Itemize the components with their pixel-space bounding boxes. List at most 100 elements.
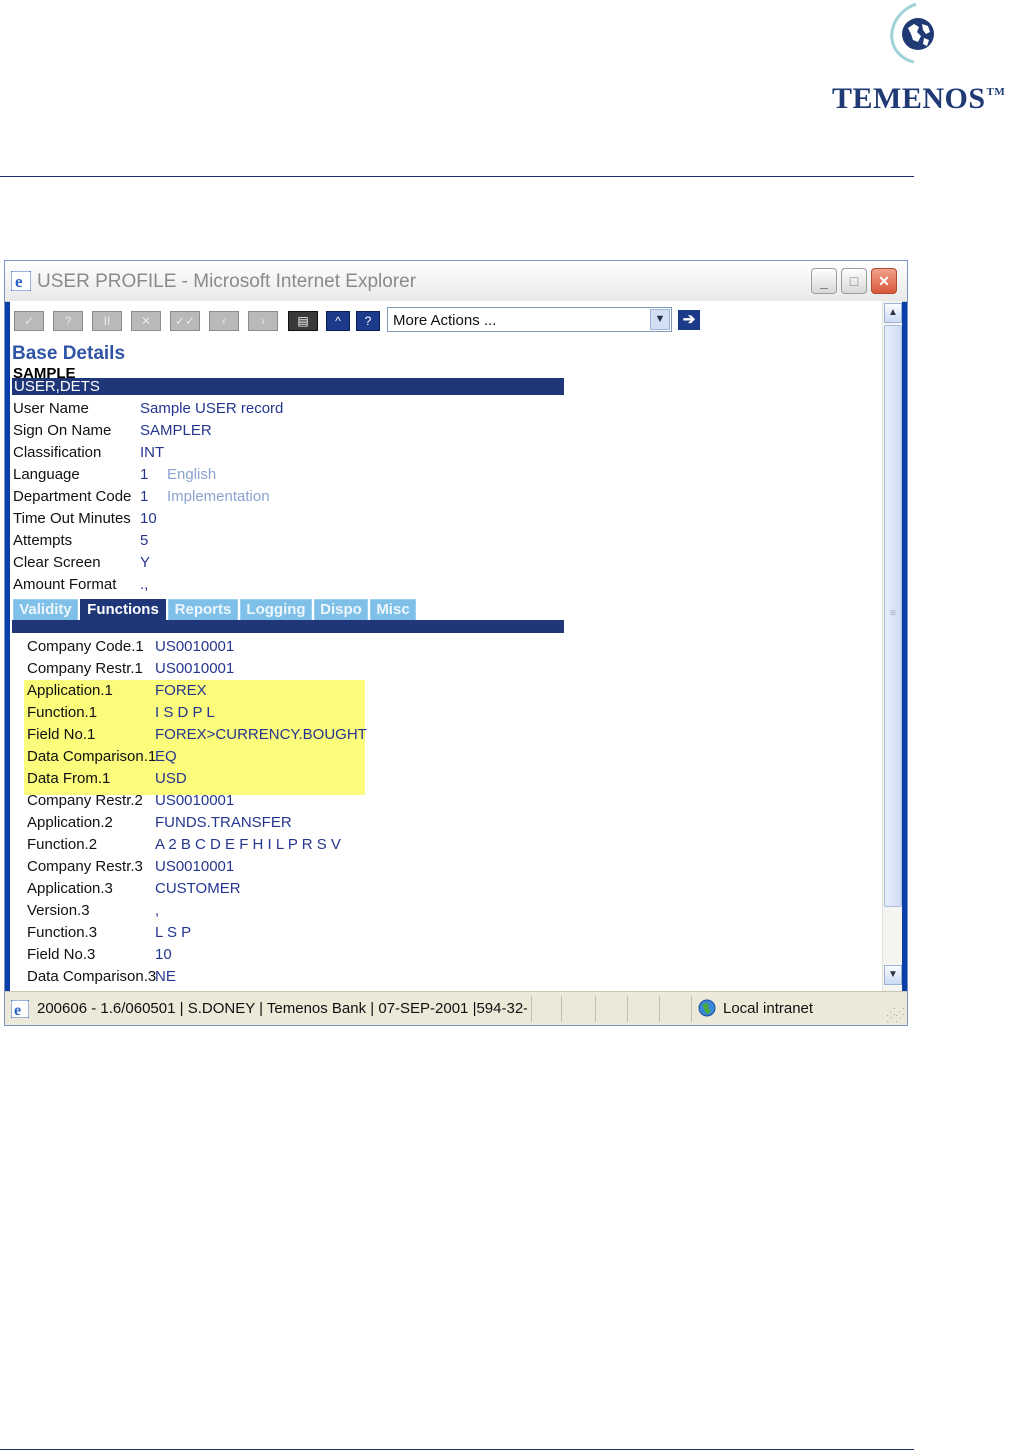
field-value[interactable]: FUNDS.TRANSFER bbox=[155, 814, 292, 831]
field-label: Data Comparison.1 bbox=[27, 748, 157, 765]
field-label: Application.2 bbox=[27, 814, 113, 831]
field-value[interactable]: INT bbox=[140, 444, 164, 461]
field-label: Company Restr.3 bbox=[27, 858, 143, 875]
field-value[interactable]: A 2 B C D E F H I L P R S V bbox=[155, 836, 341, 853]
status-bar: e 200606 - 1.6/060501 | S.DONEY | Temeno… bbox=[5, 991, 907, 1025]
resize-grip-icon[interactable]: ⋰⋰ ⋰⋰ bbox=[886, 1008, 905, 1024]
next-icon[interactable]: › bbox=[248, 311, 278, 331]
scroll-down-icon[interactable]: ▼ bbox=[884, 965, 902, 985]
status-divider bbox=[691, 996, 692, 1022]
field-value[interactable]: USD bbox=[155, 770, 187, 787]
field-label: Company Code.1 bbox=[27, 638, 144, 655]
more-actions-value: More Actions ... bbox=[393, 312, 497, 329]
status-divider bbox=[627, 996, 628, 1022]
field-label: Application.3 bbox=[27, 880, 113, 897]
print-icon[interactable]: ▤ bbox=[288, 311, 318, 331]
field-value[interactable]: US0010001 bbox=[155, 638, 234, 655]
svg-text:e: e bbox=[14, 1002, 21, 1018]
field-label: Amount Format bbox=[13, 576, 117, 593]
status-text: 200606 - 1.6/060501 | S.DONEY | Temenos … bbox=[37, 1000, 527, 1017]
field-label: Language bbox=[13, 466, 80, 483]
expand-up-icon[interactable]: ^ bbox=[326, 311, 350, 331]
field-label: Function.1 bbox=[27, 704, 98, 721]
hold-icon[interactable]: II bbox=[92, 311, 122, 331]
temenos-globe-logo bbox=[890, 2, 934, 64]
tab-validity[interactable]: Validity bbox=[13, 599, 78, 620]
field-label: Data From.1 bbox=[27, 770, 111, 787]
section-title: Base Details bbox=[12, 343, 126, 364]
field-value[interactable]: US0010001 bbox=[155, 792, 234, 809]
minimize-button[interactable]: _ bbox=[811, 268, 837, 294]
status-divider bbox=[531, 996, 532, 1022]
status-divider bbox=[561, 996, 562, 1022]
field-value[interactable]: NE bbox=[155, 968, 176, 985]
help-icon[interactable]: ? bbox=[356, 311, 380, 331]
globe-icon bbox=[698, 999, 716, 1017]
field-value[interactable]: 10 bbox=[155, 946, 172, 963]
field-value[interactable]: CUSTOMER bbox=[155, 880, 241, 897]
go-arrow-icon[interactable]: ➔ bbox=[678, 310, 700, 330]
chevron-down-icon[interactable]: ▼ bbox=[650, 309, 670, 330]
delete-icon[interactable]: ✕ bbox=[131, 311, 161, 331]
tab-misc[interactable]: Misc bbox=[370, 599, 416, 620]
window-title: USER PROFILE - Microsoft Internet Explor… bbox=[37, 271, 417, 292]
vertical-scrollbar[interactable]: ▲ ≡ ▼ bbox=[882, 301, 902, 991]
scroll-up-icon[interactable]: ▲ bbox=[884, 303, 902, 323]
field-value[interactable]: ., bbox=[140, 576, 148, 593]
status-divider bbox=[659, 996, 660, 1022]
validate-icon[interactable]: ? bbox=[53, 311, 83, 331]
tab-content-bar bbox=[12, 620, 564, 633]
field-label: Time Out Minutes bbox=[13, 510, 131, 527]
previous-icon[interactable]: ‹ bbox=[209, 311, 239, 331]
footer-rule bbox=[0, 1449, 914, 1450]
field-value[interactable]: 10 bbox=[140, 510, 157, 527]
field-enrichment: English bbox=[167, 466, 217, 483]
header-rule bbox=[0, 176, 914, 177]
tab-reports[interactable]: Reports bbox=[168, 599, 238, 620]
field-label: Function.3 bbox=[27, 924, 98, 941]
field-value[interactable]: US0010001 bbox=[155, 660, 234, 677]
field-label: Department Code bbox=[13, 488, 132, 505]
close-button[interactable]: ✕ bbox=[871, 268, 897, 294]
internet-explorer-icon: e bbox=[11, 1000, 29, 1018]
field-value[interactable]: , bbox=[155, 902, 159, 919]
more-actions-select[interactable]: More Actions ... ▼ bbox=[387, 307, 672, 332]
field-label: Function.2 bbox=[27, 836, 98, 853]
field-value[interactable]: FOREX>CURRENCY.BOUGHT bbox=[155, 726, 367, 743]
field-value[interactable]: 1 bbox=[140, 488, 148, 505]
field-value[interactable]: Sample USER record bbox=[140, 400, 283, 417]
svg-text:e: e bbox=[15, 272, 23, 291]
field-value[interactable]: FOREX bbox=[155, 682, 207, 699]
field-label: Company Restr.2 bbox=[27, 792, 143, 809]
commit-icon[interactable]: ✓ bbox=[14, 311, 44, 331]
tab-functions[interactable]: Functions bbox=[80, 599, 166, 620]
security-zone: Local intranet bbox=[723, 1000, 814, 1017]
field-enrichment: Implementation bbox=[167, 488, 270, 505]
field-value[interactable]: I S D P L bbox=[155, 704, 215, 721]
temenos-logo-text: TEMENOSTM bbox=[832, 82, 1006, 115]
field-value[interactable]: L S P bbox=[155, 924, 191, 941]
status-divider bbox=[595, 996, 596, 1022]
field-label: Classification bbox=[13, 444, 102, 461]
version-bar: USER,DETS bbox=[12, 378, 564, 395]
field-value[interactable]: EQ bbox=[155, 748, 177, 765]
field-value[interactable]: 5 bbox=[140, 532, 148, 549]
tab-logging[interactable]: Logging bbox=[240, 599, 312, 620]
page-content: ✓ ? II ✕ ✓✓ ‹ › ▤ ^ ? More Actions ... ▼… bbox=[10, 301, 902, 991]
field-value[interactable]: US0010001 bbox=[155, 858, 234, 875]
internet-explorer-icon: e bbox=[11, 271, 31, 291]
field-label: Data Comparison.3 bbox=[27, 968, 157, 985]
tab-dispo[interactable]: Dispo bbox=[314, 599, 368, 620]
field-label: Company Restr.1 bbox=[27, 660, 143, 677]
maximize-button[interactable]: □ bbox=[841, 268, 867, 294]
field-label: User Name bbox=[13, 400, 89, 417]
field-value[interactable]: 1 bbox=[140, 466, 148, 483]
field-value[interactable]: Y bbox=[140, 554, 150, 571]
title-bar[interactable]: e USER PROFILE - Microsoft Internet Expl… bbox=[5, 261, 907, 302]
authorise-icon[interactable]: ✓✓ bbox=[170, 311, 200, 331]
field-label: Attempts bbox=[13, 532, 73, 549]
scroll-thumb[interactable]: ≡ bbox=[884, 325, 902, 907]
field-label: Clear Screen bbox=[13, 554, 101, 571]
grip-icon: ≡ bbox=[890, 608, 896, 619]
field-value[interactable]: SAMPLER bbox=[140, 422, 212, 439]
